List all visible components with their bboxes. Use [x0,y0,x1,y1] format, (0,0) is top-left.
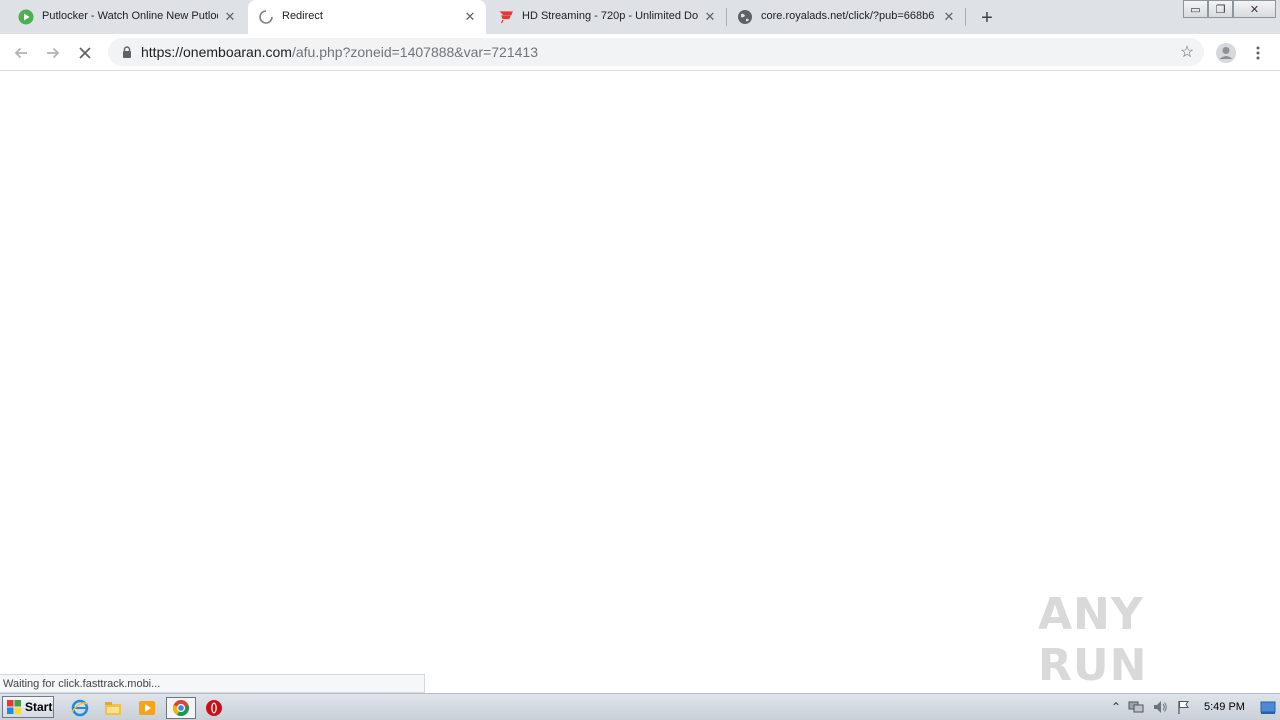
restore-button[interactable]: ❐ [1208,0,1233,18]
opera-icon[interactable] [203,697,225,719]
tab-title: Redirect [282,10,323,22]
back-arrow-icon [14,47,27,59]
close-tab-icon[interactable]: ✕ [462,9,478,25]
menu-button[interactable] [1245,40,1271,66]
file-explorer-icon[interactable] [102,697,124,719]
profile-button[interactable] [1213,40,1239,66]
loading-spinner-icon [258,9,274,25]
forward-button[interactable] [40,40,66,66]
start-button[interactable]: Start [2,696,54,718]
close-window-button[interactable]: ✕ [1233,0,1276,18]
forward-arrow-icon [47,47,60,59]
windows-taskbar: Start ⌃ 5:49 PM [0,693,1280,720]
url-host: https://onemboaran.com [141,44,292,60]
address-bar[interactable]: https://onemboaran.com/afu.php?zoneid=14… [108,38,1204,66]
url-path: /afu.php?zoneid=1407888&var=721413 [291,44,538,60]
system-tray: ⌃ 5:49 PM [1106,696,1280,720]
tab-title: core.royalads.net/click/?pub=668b6 [761,10,935,22]
browser-toolbar: https://onemboaran.com/afu.php?zoneid=14… [0,34,1280,71]
bookmark-star-icon[interactable]: ☆ [1178,43,1196,61]
stop-x-icon [79,47,91,59]
internet-explorer-icon[interactable] [69,697,91,719]
media-player-icon[interactable] [136,697,158,719]
action-center-flag-icon[interactable] [1176,699,1192,715]
tab-strip: Putlocker - Watch Online New Putlocker ✕… [0,0,1280,34]
status-bubble: Waiting for click.fasttrack.mobi... [0,674,425,693]
streaming-logo-icon [498,9,514,25]
close-tab-icon[interactable]: ✕ [702,9,718,25]
new-tab-button[interactable]: + [976,7,998,29]
tab-title: HD Streaming - 720p - Unlimited Download… [522,10,698,22]
tab-hd-streaming[interactable]: HD Streaming - 720p - Unlimited Download… [488,0,726,34]
network-icon[interactable] [1128,699,1144,715]
tab-putlocker[interactable]: Putlocker - Watch Online New Putlocker ✕ [8,0,246,34]
start-label: Start [25,700,53,714]
tab-redirect[interactable]: Redirect ✕ [248,0,486,34]
minimize-button[interactable]: ▭ [1183,0,1208,18]
lock-icon[interactable] [120,45,134,59]
more-vert-icon [1256,46,1260,60]
profile-avatar-icon [1216,43,1236,63]
show-hidden-icons-icon[interactable]: ⌃ [1108,699,1124,715]
globe-icon [737,9,753,25]
tab-royalads[interactable]: core.royalads.net/click/?pub=668b6 ✕ [727,0,965,34]
back-button[interactable] [8,40,34,66]
url-text[interactable]: https://onemboaran.com/afu.php?zoneid=14… [141,44,538,60]
chrome-taskbar-icon[interactable] [166,697,196,719]
taskbar-clock[interactable]: 5:49 PM [1204,701,1245,713]
close-tab-icon[interactable]: ✕ [941,9,957,25]
tab-separator [965,8,966,26]
anyrun-watermark: ANY RUN [1038,589,1148,691]
stop-loading-button[interactable] [72,40,98,66]
show-desktop-icon[interactable] [1260,699,1276,715]
play-circle-icon [18,9,34,25]
windows-logo-icon [7,700,21,714]
volume-icon[interactable] [1152,699,1168,715]
tab-title: Putlocker - Watch Online New Putlocker [42,10,218,22]
close-tab-icon[interactable]: ✕ [222,9,238,25]
